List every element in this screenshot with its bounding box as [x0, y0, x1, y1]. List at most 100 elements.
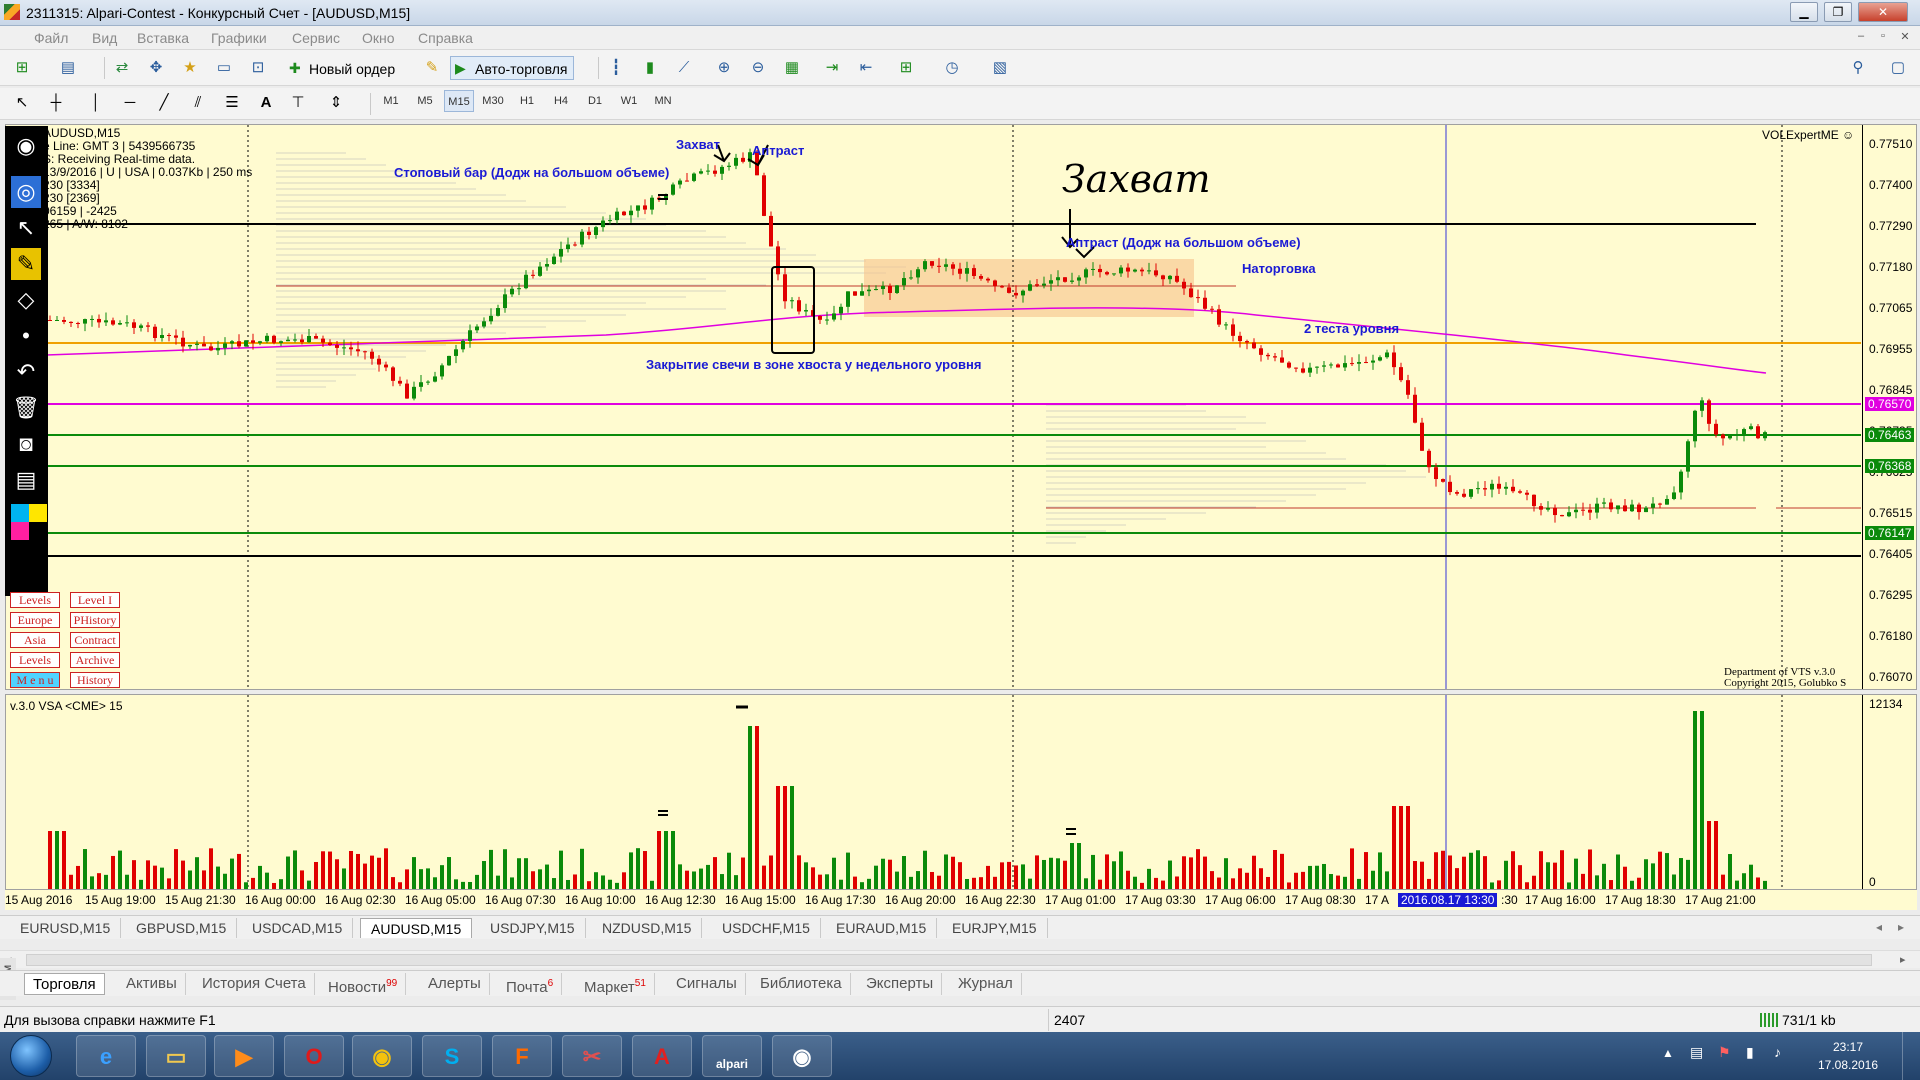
timeframe-m15[interactable]: M15: [444, 90, 474, 112]
terminal-tab-market[interactable]: Маркет51: [576, 973, 655, 996]
bar-chart-icon[interactable]: ┇: [604, 56, 628, 80]
tray-arrow-icon[interactable]: ▲: [1662, 1046, 1674, 1060]
terminal-tab-journal[interactable]: Журнал: [950, 973, 1022, 995]
chart-tab[interactable]: EURJPY,M15: [942, 918, 1048, 938]
indicators-icon[interactable]: ⊞: [894, 56, 918, 80]
chart-shift-icon[interactable]: ⇤: [854, 56, 878, 80]
color-swatch-yellow[interactable]: [29, 504, 47, 522]
link-asia-button[interactable]: Asia: [10, 632, 60, 648]
timeframe-m30[interactable]: M30: [478, 90, 508, 112]
flash-icon[interactable]: F: [492, 1035, 552, 1077]
menu-view[interactable]: Вид: [92, 30, 117, 46]
clock-time[interactable]: 23:17: [1808, 1040, 1888, 1054]
media-icon[interactable]: ▶: [214, 1035, 274, 1077]
tab-scroll-left-icon[interactable]: ◂: [1876, 920, 1882, 934]
link-phistory-button[interactable]: PHistory: [70, 612, 120, 628]
navigator-icon[interactable]: ✥: [144, 56, 168, 80]
periods-icon[interactable]: ◷: [940, 56, 964, 80]
market-watch-icon[interactable]: ⇄: [110, 56, 134, 80]
chart-tab[interactable]: USDJPY,M15: [480, 918, 586, 938]
undo-icon[interactable]: ↶: [11, 356, 41, 388]
maximize-button[interactable]: ❐: [1824, 2, 1852, 22]
new-order-button[interactable]: ✚ Новый ордер: [284, 56, 402, 80]
chart-tab-active[interactable]: AUDUSD,M15: [360, 918, 473, 938]
mdi-close-button[interactable]: ✕: [1896, 30, 1914, 46]
terminal-tab-assets[interactable]: Активы: [118, 973, 186, 995]
chart-tab[interactable]: EURUSD,M15: [10, 918, 122, 938]
chart-tab[interactable]: NZDUSD,M15: [592, 918, 703, 938]
time-axis[interactable]: 15 Aug 2016 15 Aug 19:00 15 Aug 21:30 16…: [5, 890, 1917, 910]
price-chart[interactable]: AUDUSD,M15 e Line: GMT 3 | 5439566735 S:…: [5, 124, 1917, 690]
keyhole-icon[interactable]: ◉: [772, 1035, 832, 1077]
timeframe-h1[interactable]: H1: [512, 90, 542, 112]
link-levels-button[interactable]: Levels: [10, 592, 60, 608]
terminal-tab-mail[interactable]: Почта6: [498, 973, 563, 996]
link-menu-button[interactable]: M e n u: [10, 672, 60, 688]
autoscroll-icon[interactable]: ⇥: [820, 56, 844, 80]
close-button[interactable]: ✕: [1858, 2, 1908, 22]
show-desktop-button[interactable]: [1902, 1032, 1920, 1080]
candlesticks-icon[interactable]: ▮: [638, 56, 662, 80]
timeframe-d1[interactable]: D1: [580, 90, 610, 112]
profiles-icon[interactable]: ▤: [56, 56, 80, 80]
text-label-icon[interactable]: ⊤: [286, 91, 310, 115]
menu-help[interactable]: Справка: [418, 30, 473, 46]
terminal-tab-alerts[interactable]: Алерты: [420, 973, 490, 995]
tile-windows-icon[interactable]: ▦: [780, 56, 804, 80]
link-archive-button[interactable]: Archive: [70, 652, 120, 668]
horizontal-scrollbar[interactable]: ◂ ▸: [0, 950, 1920, 968]
minimize-button[interactable]: ▁: [1790, 2, 1818, 22]
trendline-icon[interactable]: ╱: [152, 91, 176, 115]
new-chart-icon[interactable]: ⊞: [10, 56, 34, 80]
link-europe-button[interactable]: Europe: [10, 612, 60, 628]
color-swatch-cyan[interactable]: [11, 504, 29, 522]
explorer-icon[interactable]: ▭: [146, 1035, 206, 1077]
pencil-icon[interactable]: ✎: [11, 248, 41, 280]
menu-file[interactable]: Файл: [34, 30, 68, 46]
tab-scroll-right-icon[interactable]: ▸: [1898, 920, 1904, 934]
ie-icon[interactable]: e: [76, 1035, 136, 1077]
timeframe-mn[interactable]: MN: [648, 90, 678, 112]
camera-icon[interactable]: ◙: [11, 428, 41, 460]
dot-icon[interactable]: •: [11, 320, 41, 352]
alpari-icon[interactable]: alpari: [702, 1035, 762, 1077]
terminal-tab-experts[interactable]: Эксперты: [858, 973, 943, 995]
chat-icon[interactable]: ▢: [1886, 56, 1910, 80]
menu-window[interactable]: Окно: [362, 30, 395, 46]
tray-flag-icon[interactable]: ⚑: [1718, 1044, 1731, 1061]
cursor-icon[interactable]: ↖: [10, 91, 34, 115]
tray-volume-icon[interactable]: ♪: [1774, 1044, 1781, 1060]
terminal-tab-trade[interactable]: Торговля: [24, 973, 105, 995]
arrows-icon[interactable]: ⇕: [324, 91, 348, 115]
eye-icon[interactable]: ◎: [11, 176, 41, 208]
scroll-thumb[interactable]: [26, 954, 1872, 966]
volume-chart[interactable]: v.3.0 VSA <CME> 15 12134 0: [5, 694, 1917, 890]
auto-trading-button[interactable]: ▶ Авто-торговля: [450, 56, 575, 80]
zoom-in-icon[interactable]: ⊕: [712, 56, 736, 80]
opera-icon[interactable]: O: [284, 1035, 344, 1077]
start-button[interactable]: [10, 1035, 52, 1077]
acrobat-icon[interactable]: A: [632, 1035, 692, 1077]
terminal-tab-library[interactable]: Библиотека: [752, 973, 851, 995]
chrome-icon[interactable]: ◉: [352, 1035, 412, 1077]
metaeditor-icon[interactable]: ✎: [420, 56, 444, 80]
mdi-restore-button[interactable]: ▫: [1874, 30, 1892, 46]
vertical-line-icon[interactable]: │: [84, 91, 108, 115]
scroll-right-icon[interactable]: ▸: [1900, 953, 1906, 966]
skype-icon[interactable]: S: [422, 1035, 482, 1077]
mdi-minimize-button[interactable]: –: [1852, 30, 1870, 46]
price-axis[interactable]: 0.77510 0.77400 0.77290 0.77180 0.77065 …: [1862, 125, 1916, 689]
favorites-icon[interactable]: ★: [178, 56, 202, 80]
chart-tab[interactable]: USDCAD,M15: [242, 918, 354, 938]
text-icon[interactable]: A: [254, 91, 278, 115]
volume-axis[interactable]: 12134 0: [1862, 695, 1916, 889]
link-level-i-button[interactable]: Level I: [70, 592, 120, 608]
channel-icon[interactable]: ⫽: [186, 91, 210, 115]
notes-icon[interactable]: ▤: [11, 464, 41, 496]
screenshot-icon[interactable]: ✂: [562, 1035, 622, 1077]
timeframe-h4[interactable]: H4: [546, 90, 576, 112]
templates-icon[interactable]: ▧: [988, 56, 1012, 80]
crosshair-icon[interactable]: ┼: [44, 91, 68, 115]
search-icon[interactable]: ⚲: [1846, 56, 1870, 80]
link-history-button[interactable]: History: [70, 672, 120, 688]
